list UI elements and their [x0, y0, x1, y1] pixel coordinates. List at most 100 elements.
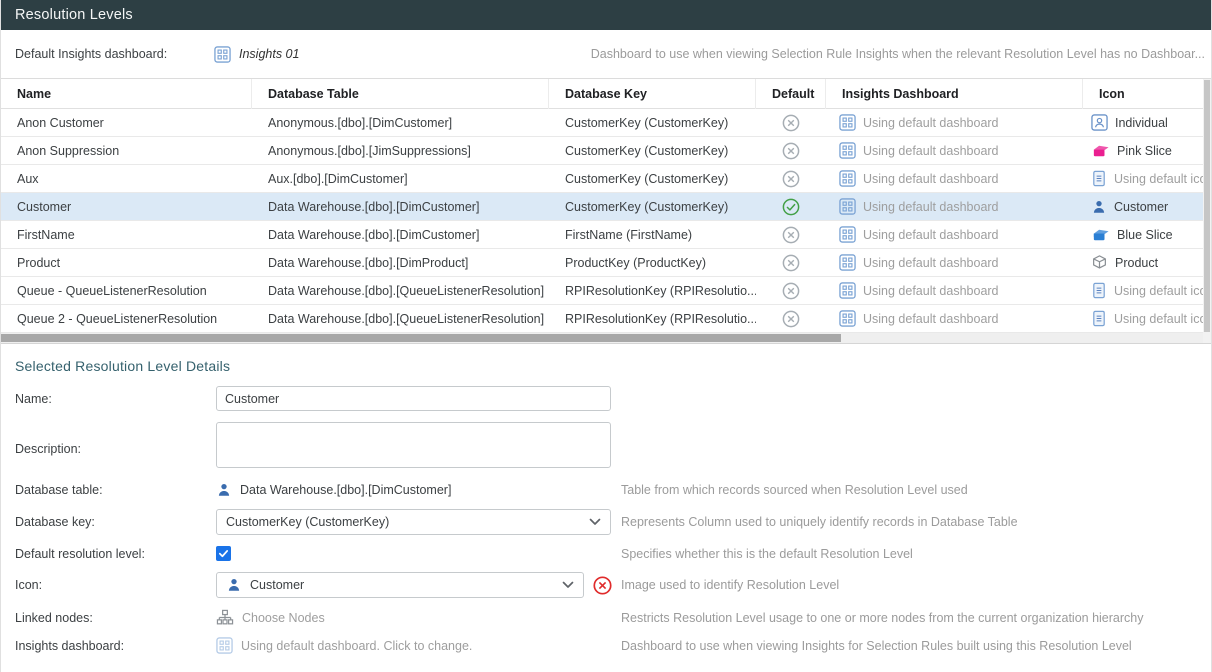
- cell-name: Queue - QueueListenerResolution: [1, 284, 252, 298]
- cell-default: [756, 141, 826, 161]
- choose-nodes-button[interactable]: Choose Nodes: [216, 609, 621, 626]
- clear-icon-button[interactable]: [592, 575, 613, 596]
- product-icon: [1091, 254, 1108, 271]
- default-doc-icon: [1091, 170, 1107, 187]
- cell-name: FirstName: [1, 228, 252, 242]
- cell-default: [756, 225, 826, 245]
- circle-x-icon: [781, 309, 801, 329]
- table-row[interactable]: ProductData Warehouse.[dbo].[DimProduct]…: [1, 249, 1211, 277]
- horizontal-scrollbar[interactable]: [1, 333, 1205, 343]
- name-field-label: Name:: [15, 392, 216, 406]
- cell-insights-dashboard: Using default dashboard: [826, 142, 1083, 159]
- dashboard-icon: [839, 282, 856, 299]
- table-row[interactable]: AuxAux.[dbo].[DimCustomer]CustomerKey (C…: [1, 165, 1211, 193]
- cell-icon: Using default icon: [1083, 310, 1211, 327]
- dashboard-icon: [839, 170, 856, 187]
- cell-icon: Using default icon: [1083, 282, 1211, 299]
- table-row[interactable]: Queue - QueueListenerResolutionData Ware…: [1, 277, 1211, 305]
- cell-database-table: Data Warehouse.[dbo].[QueueListenerResol…: [252, 284, 549, 298]
- dashboard-icon: [839, 226, 856, 243]
- cell-database-table: Data Warehouse.[dbo].[DimCustomer]: [252, 228, 549, 242]
- cell-insights-dashboard: Using default dashboard: [826, 170, 1083, 187]
- circle-x-icon: [781, 141, 801, 161]
- cell-name: Anon Customer: [1, 116, 252, 130]
- table-row[interactable]: FirstNameData Warehouse.[dbo].[DimCustom…: [1, 221, 1211, 249]
- icon-select[interactable]: Customer: [216, 572, 584, 598]
- table-row[interactable]: Anon SuppressionAnonymous.[dbo].[JimSupp…: [1, 137, 1211, 165]
- dashboard-icon: [839, 114, 856, 131]
- cell-icon: Customer: [1083, 199, 1211, 215]
- column-header-name[interactable]: Name: [1, 79, 252, 109]
- linked-nodes-hint: Restricts Resolution Level usage to one …: [621, 611, 1211, 625]
- dashboard-icon: [214, 46, 231, 63]
- cell-database-key: CustomerKey (CustomerKey): [549, 200, 756, 214]
- cell-insights-dashboard: Using default dashboard: [826, 282, 1083, 299]
- cell-default: [756, 309, 826, 329]
- name-input[interactable]: [216, 386, 611, 411]
- column-header-default[interactable]: Default: [756, 79, 826, 109]
- insights-dashboard-button[interactable]: Using default dashboard. Click to change…: [216, 637, 621, 654]
- database-key-select[interactable]: CustomerKey (CustomerKey): [216, 509, 611, 535]
- default-doc-icon: [1091, 282, 1107, 299]
- panel-title: Resolution Levels: [15, 7, 133, 23]
- default-level-hint: Specifies whether this is the default Re…: [621, 547, 1211, 561]
- cell-name: Customer: [1, 200, 252, 214]
- person-icon: [216, 482, 232, 498]
- icon-field-row: Icon: Customer Image used to identify Re…: [15, 572, 1211, 598]
- default-dashboard-name: Insights 01: [239, 47, 299, 61]
- cell-database-table: Data Warehouse.[dbo].[QueueListenerResol…: [252, 312, 549, 326]
- horizontal-scrollbar-thumb[interactable]: [1, 334, 841, 342]
- column-header-database-key[interactable]: Database Key: [549, 79, 756, 109]
- cell-default: [756, 197, 826, 217]
- description-textarea[interactable]: [216, 422, 611, 468]
- panel-title-bar: Resolution Levels: [1, 0, 1211, 30]
- linked-nodes-field-row: Linked nodes: Choose Nodes Restricts Res…: [15, 609, 1211, 626]
- default-dashboard-label: Default Insights dashboard:: [15, 47, 214, 61]
- column-header-icon[interactable]: Icon: [1083, 79, 1211, 109]
- cell-database-key: CustomerKey (CustomerKey): [549, 144, 756, 158]
- circle-x-icon: [781, 113, 801, 133]
- dashboard-icon: [839, 254, 856, 271]
- blue-slice-icon: [1091, 227, 1110, 243]
- cell-default: [756, 253, 826, 273]
- dashboard-icon: [216, 637, 233, 654]
- hierarchy-icon: [216, 609, 234, 626]
- database-key-field-row: Database key: CustomerKey (CustomerKey) …: [15, 509, 1211, 535]
- name-field-row: Name:: [15, 386, 1211, 411]
- table-row[interactable]: Queue 2 - QueueListenerResolutionData Wa…: [1, 305, 1211, 333]
- column-header-insights-dashboard[interactable]: Insights Dashboard: [826, 79, 1083, 109]
- circle-x-icon: [781, 225, 801, 245]
- linked-nodes-label: Linked nodes:: [15, 611, 216, 625]
- table-row[interactable]: CustomerData Warehouse.[dbo].[DimCustome…: [1, 193, 1211, 221]
- circle-x-icon: [781, 253, 801, 273]
- insights-dashboard-hint: Dashboard to use when viewing Insights f…: [621, 639, 1211, 653]
- icon-field-label: Icon:: [15, 578, 216, 592]
- cell-database-key: FirstName (FirstName): [549, 228, 756, 242]
- default-dashboard-value[interactable]: Insights 01: [214, 46, 299, 63]
- circle-check-icon: [781, 197, 801, 217]
- person-icon: [226, 577, 242, 593]
- default-level-label: Default resolution level:: [15, 547, 216, 561]
- vertical-scrollbar[interactable]: [1203, 79, 1211, 343]
- dashboard-icon: [839, 142, 856, 159]
- cell-database-key: CustomerKey (CustomerKey): [549, 172, 756, 186]
- cell-name: Product: [1, 256, 252, 270]
- description-field-label: Description:: [15, 438, 216, 456]
- details-section-title: Selected Resolution Level Details: [15, 358, 1211, 374]
- default-level-checkbox[interactable]: [216, 546, 231, 561]
- person-icon: [1091, 199, 1107, 215]
- default-doc-icon: [1091, 310, 1107, 327]
- default-level-field-row: Default resolution level: Specifies whet…: [15, 546, 1211, 561]
- table-row[interactable]: Anon CustomerAnonymous.[dbo].[DimCustome…: [1, 109, 1211, 137]
- individual-icon: [1091, 114, 1108, 131]
- chevron-down-icon: [589, 518, 601, 526]
- cell-database-key: CustomerKey (CustomerKey): [549, 116, 756, 130]
- check-icon: [218, 548, 229, 559]
- vertical-scrollbar-thumb[interactable]: [1204, 80, 1210, 332]
- selected-resolution-details-section: Selected Resolution Level Details Name: …: [1, 344, 1211, 654]
- cell-database-table: Anonymous.[dbo].[JimSuppressions]: [252, 144, 549, 158]
- cell-database-table: Aux.[dbo].[DimCustomer]: [252, 172, 549, 186]
- column-header-database-table[interactable]: Database Table: [252, 79, 549, 109]
- dashboard-icon: [839, 198, 856, 215]
- cell-database-table: Anonymous.[dbo].[DimCustomer]: [252, 116, 549, 130]
